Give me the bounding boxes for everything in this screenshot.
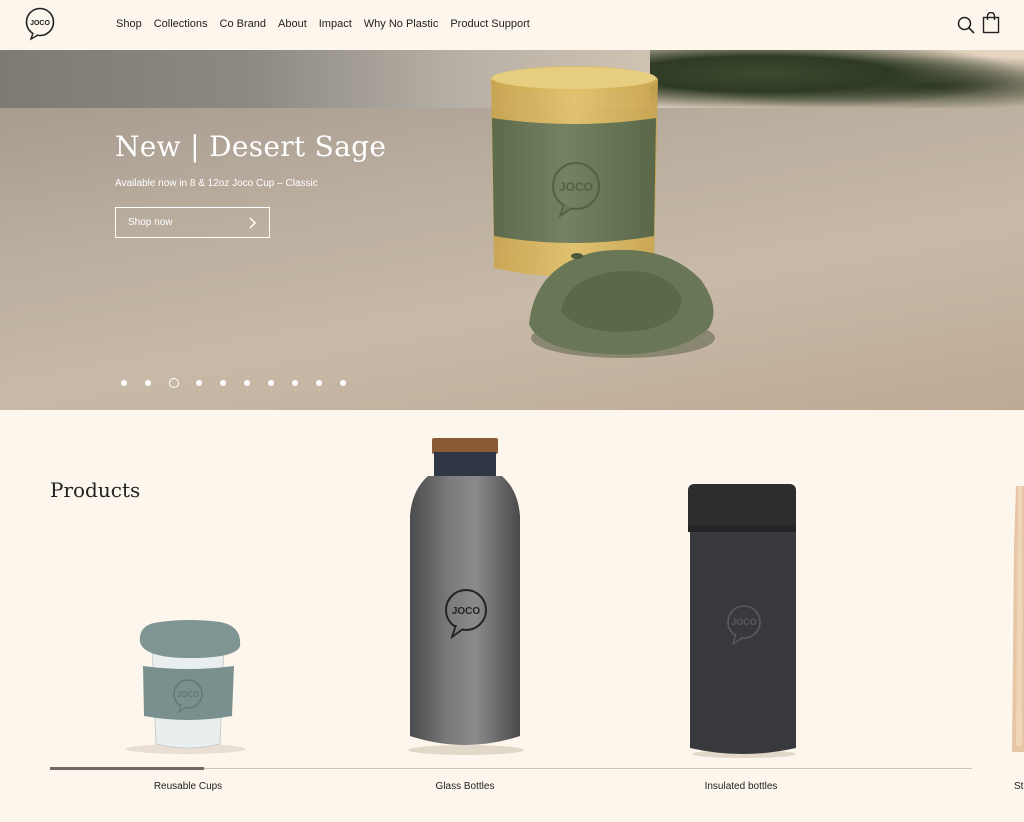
hero-title: New | Desert Sage — [115, 130, 387, 163]
carousel-dot-3-active[interactable] — [169, 378, 179, 388]
cup-product-logo: JOCO — [177, 690, 200, 699]
logo-text: JOCO — [30, 20, 50, 27]
category-glass-bottles[interactable]: Glass Bottles — [436, 781, 495, 792]
insulated-product-logo: JOCO — [731, 617, 757, 627]
category-reusable-cups[interactable]: Reusable Cups — [154, 781, 222, 792]
site-header: JOCO Shop Collections Co Brand About Imp… — [0, 0, 1024, 50]
hero-lid-image — [529, 249, 715, 358]
product-carousel-scrollbar[interactable] — [50, 767, 204, 770]
chevron-right-icon — [249, 217, 257, 229]
carousel-dot-1[interactable] — [121, 380, 127, 386]
nav-item-impact[interactable]: Impact — [319, 18, 352, 30]
nav-item-about[interactable]: About — [278, 18, 307, 30]
carousel-dot-5[interactable] — [220, 380, 226, 386]
nav-item-why-no-plastic[interactable]: Why No Plastic — [364, 18, 439, 30]
joco-logo[interactable]: JOCO — [24, 7, 56, 41]
search-icon[interactable] — [957, 16, 975, 34]
bottle-product-logo: JOCO — [452, 606, 481, 617]
carousel-dot-8[interactable] — [292, 380, 298, 386]
insulated-bottle-image[interactable]: JOCO — [680, 482, 804, 758]
reusable-cup-image[interactable]: JOCO — [110, 616, 260, 756]
shop-now-button[interactable]: Shop now — [115, 207, 270, 238]
carousel-dot-10[interactable] — [340, 380, 346, 386]
hero-plant — [650, 50, 1024, 110]
category-insulated-bottles[interactable]: Insulated bottles — [705, 781, 778, 792]
category-straws[interactable]: Stra — [1014, 781, 1024, 792]
nav-item-shop[interactable]: Shop — [116, 18, 142, 30]
carousel-dot-7[interactable] — [268, 380, 274, 386]
nav-item-collections[interactable]: Collections — [154, 18, 208, 30]
carousel-dot-2[interactable] — [145, 380, 151, 386]
hero-subtitle: Available now in 8 & 12oz Joco Cup – Cla… — [115, 178, 318, 189]
cup-logo-text: JOCO — [559, 180, 593, 194]
shopping-bag-icon[interactable] — [982, 12, 1000, 34]
nav-item-co-brand[interactable]: Co Brand — [220, 18, 266, 30]
products-heading: Products — [50, 478, 141, 502]
main-nav: Shop Collections Co Brand About Impact W… — [116, 0, 542, 48]
straw-image[interactable] — [996, 486, 1024, 752]
shop-now-button-label: Shop now — [128, 217, 173, 228]
hero-banner: JOCO New | Desert Sage Available now in … — [0, 50, 1024, 410]
carousel-dot-4[interactable] — [196, 380, 202, 386]
carousel-pagination — [121, 378, 364, 388]
glass-bottle-image[interactable]: JOCO — [398, 436, 532, 756]
carousel-dot-6[interactable] — [244, 380, 250, 386]
carousel-dot-9[interactable] — [316, 380, 322, 386]
nav-item-product-support[interactable]: Product Support — [450, 18, 530, 30]
